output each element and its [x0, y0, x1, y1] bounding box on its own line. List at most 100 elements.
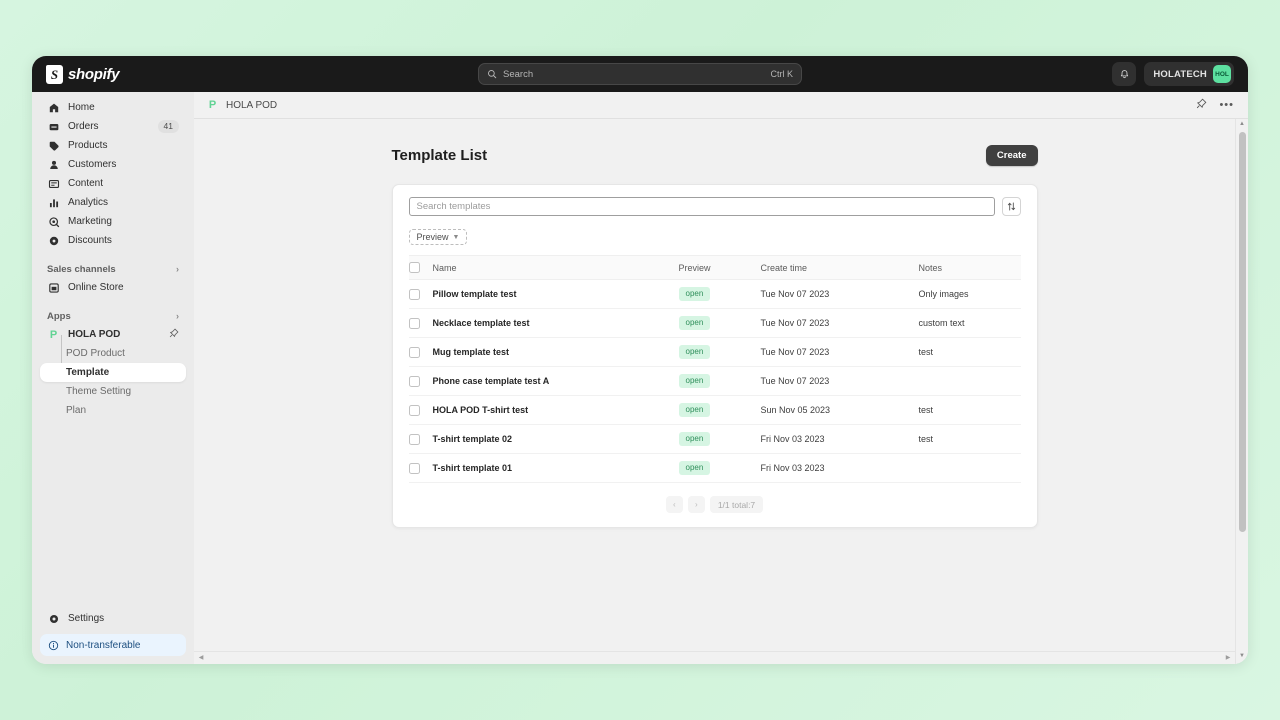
global-topbar: shopify Search Ctrl K HOLATECH HOL	[32, 56, 1248, 92]
sidebar-item-content[interactable]: Content	[40, 174, 186, 193]
global-search-box[interactable]: Search Ctrl K	[478, 63, 802, 85]
row-checkbox[interactable]	[408, 404, 420, 416]
scroll-left-arrow-icon[interactable]: ◀	[196, 655, 206, 661]
notifications-button[interactable]	[1112, 62, 1137, 86]
status-badge[interactable]: open	[678, 432, 711, 446]
search-input[interactable]	[408, 197, 995, 216]
column-header-notes[interactable]: Notes	[918, 255, 1021, 280]
sidebar-item-discounts[interactable]: Discounts	[40, 231, 186, 250]
cell-preview: open	[678, 308, 761, 338]
status-badge[interactable]: open	[678, 403, 711, 417]
page-header: Template List Create	[392, 145, 1038, 184]
row-checkbox[interactable]	[408, 375, 420, 387]
analytics-icon	[47, 196, 60, 209]
cell-notes	[918, 453, 1021, 483]
column-header-preview[interactable]: Preview	[678, 255, 761, 280]
sidebar-item-plan[interactable]: Plan	[40, 401, 186, 420]
products-icon	[47, 139, 60, 152]
table-row[interactable]: T-shirt template 02 open Fri Nov 03 2023 te…	[408, 424, 1021, 454]
cell-create-time: Fri Nov 03 2023	[760, 424, 919, 454]
sidebar-item-label: Orders	[68, 121, 99, 132]
row-select-cell[interactable]	[408, 366, 433, 396]
sidebar-item-settings[interactable]: Settings	[40, 609, 186, 628]
row-select-cell[interactable]	[408, 424, 433, 454]
row-select-cell[interactable]	[408, 395, 433, 425]
scroll-up-arrow-icon[interactable]: ▲	[1239, 121, 1245, 130]
sidebar-item-hola-pod[interactable]: P HOLA POD	[40, 325, 186, 344]
column-header-create-time[interactable]: Create time	[760, 255, 919, 280]
sidebar-item-products[interactable]: Products	[40, 136, 186, 155]
pagination-next-button[interactable]: ›	[687, 496, 705, 513]
status-badge[interactable]: open	[678, 316, 711, 330]
more-options-icon[interactable]: •••	[1219, 99, 1234, 111]
horizontal-scrollbar[interactable]: ◀ ▶	[194, 651, 1235, 664]
sidebar-item-pod-product[interactable]: POD Product	[40, 344, 186, 363]
row-checkbox[interactable]	[408, 317, 420, 329]
vertical-scroll-thumb[interactable]	[1238, 132, 1246, 532]
sales-channels-section-header[interactable]: Sales channels ›	[40, 260, 186, 278]
row-select-cell[interactable]	[408, 308, 433, 338]
status-badge[interactable]: open	[678, 461, 711, 475]
sidebar-item-online-store[interactable]: Online Store	[40, 278, 186, 297]
app-subnav-group: P HOLA POD POD Product Template Theme Se…	[40, 325, 186, 420]
cell-notes: test	[918, 337, 1021, 367]
table-row[interactable]: Mug template test open Tue Nov 07 2023 test	[408, 337, 1021, 367]
non-transferable-banner[interactable]: Non-transferable	[40, 634, 186, 656]
row-checkbox[interactable]	[408, 462, 420, 474]
status-badge[interactable]: open	[678, 345, 711, 359]
template-list-card: Preview ▼ Nam	[391, 184, 1038, 528]
sidebar-item-analytics[interactable]: Analytics	[40, 193, 186, 212]
cell-create-time: Tue Nov 07 2023	[760, 366, 919, 396]
status-badge[interactable]: open	[678, 374, 711, 388]
templates-table: Name Preview Create time Notes Pillow te…	[408, 255, 1021, 483]
table-row[interactable]: Phone case template test Aopen Tue Nov 07…	[408, 366, 1021, 396]
table-row[interactable]: Necklace template test open Tue Nov 07 202…	[408, 308, 1021, 338]
cell-preview: open	[678, 453, 761, 483]
pin-icon[interactable]	[169, 328, 179, 341]
cell-notes: custom text	[918, 308, 1021, 338]
sidebar-item-label: Marketing	[68, 216, 112, 227]
pin-icon[interactable]	[1196, 96, 1207, 114]
table-row[interactable]: Pillow template test open Tue Nov 07 2023 O…	[408, 279, 1021, 309]
row-select-cell[interactable]	[408, 337, 433, 367]
shopify-logo[interactable]: shopify	[46, 64, 120, 84]
sidebar-item-marketing[interactable]: Marketing	[40, 212, 186, 231]
row-checkbox[interactable]	[408, 346, 420, 358]
filter-row: Preview ▼	[408, 227, 1021, 245]
sidebar-item-orders[interactable]: Orders 41	[40, 117, 186, 136]
sidebar-item-home[interactable]: Home	[40, 98, 186, 117]
apps-section-header[interactable]: Apps ›	[40, 307, 186, 325]
sort-button[interactable]	[1001, 197, 1021, 216]
sidebar-item-customers[interactable]: Customers	[40, 155, 186, 174]
preview-filter-chip[interactable]: Preview ▼	[408, 229, 468, 245]
table-row[interactable]: T-shirt template 01 open Fri Nov 03 2023	[408, 453, 1021, 483]
sidebar-item-template[interactable]: Template	[40, 363, 186, 382]
row-checkbox[interactable]	[408, 433, 420, 445]
search-icon	[488, 70, 497, 79]
sidebar-footer: Settings Non-transferable	[40, 609, 186, 664]
column-header-name[interactable]: Name	[432, 255, 679, 280]
app-name-label: HOLA POD	[68, 329, 121, 340]
content-icon	[47, 177, 60, 190]
sidebar-item-label: Home	[68, 102, 95, 113]
sidebar-item-theme-setting[interactable]: Theme Setting	[40, 382, 186, 401]
search-shortcut-hint: Ctrl K	[770, 69, 794, 79]
vertical-scroll-track[interactable]	[1236, 130, 1249, 653]
create-button[interactable]: Create	[985, 145, 1038, 166]
marketing-icon	[47, 215, 60, 228]
vertical-scrollbar[interactable]: ▲ ▼	[1235, 119, 1248, 664]
select-all-checkbox[interactable]	[408, 262, 420, 273]
scroll-right-arrow-icon[interactable]: ▶	[1223, 655, 1233, 661]
table-row[interactable]: HOLA POD T-shirt test open Sun Nov 05 2023…	[408, 395, 1021, 425]
breadcrumb-app[interactable]: P HOLA POD	[206, 99, 277, 112]
row-select-cell[interactable]	[408, 279, 433, 309]
row-select-cell[interactable]	[408, 453, 433, 483]
select-all-cell[interactable]	[408, 255, 433, 280]
status-badge[interactable]: open	[678, 287, 711, 301]
row-checkbox[interactable]	[408, 288, 420, 300]
scroll-down-arrow-icon[interactable]: ▼	[1239, 653, 1245, 662]
pagination-prev-button[interactable]: ‹	[665, 496, 683, 513]
cell-name: T-shirt template 02	[432, 424, 679, 454]
user-menu-button[interactable]: HOLATECH HOL	[1144, 62, 1234, 86]
cell-notes	[918, 366, 1021, 396]
